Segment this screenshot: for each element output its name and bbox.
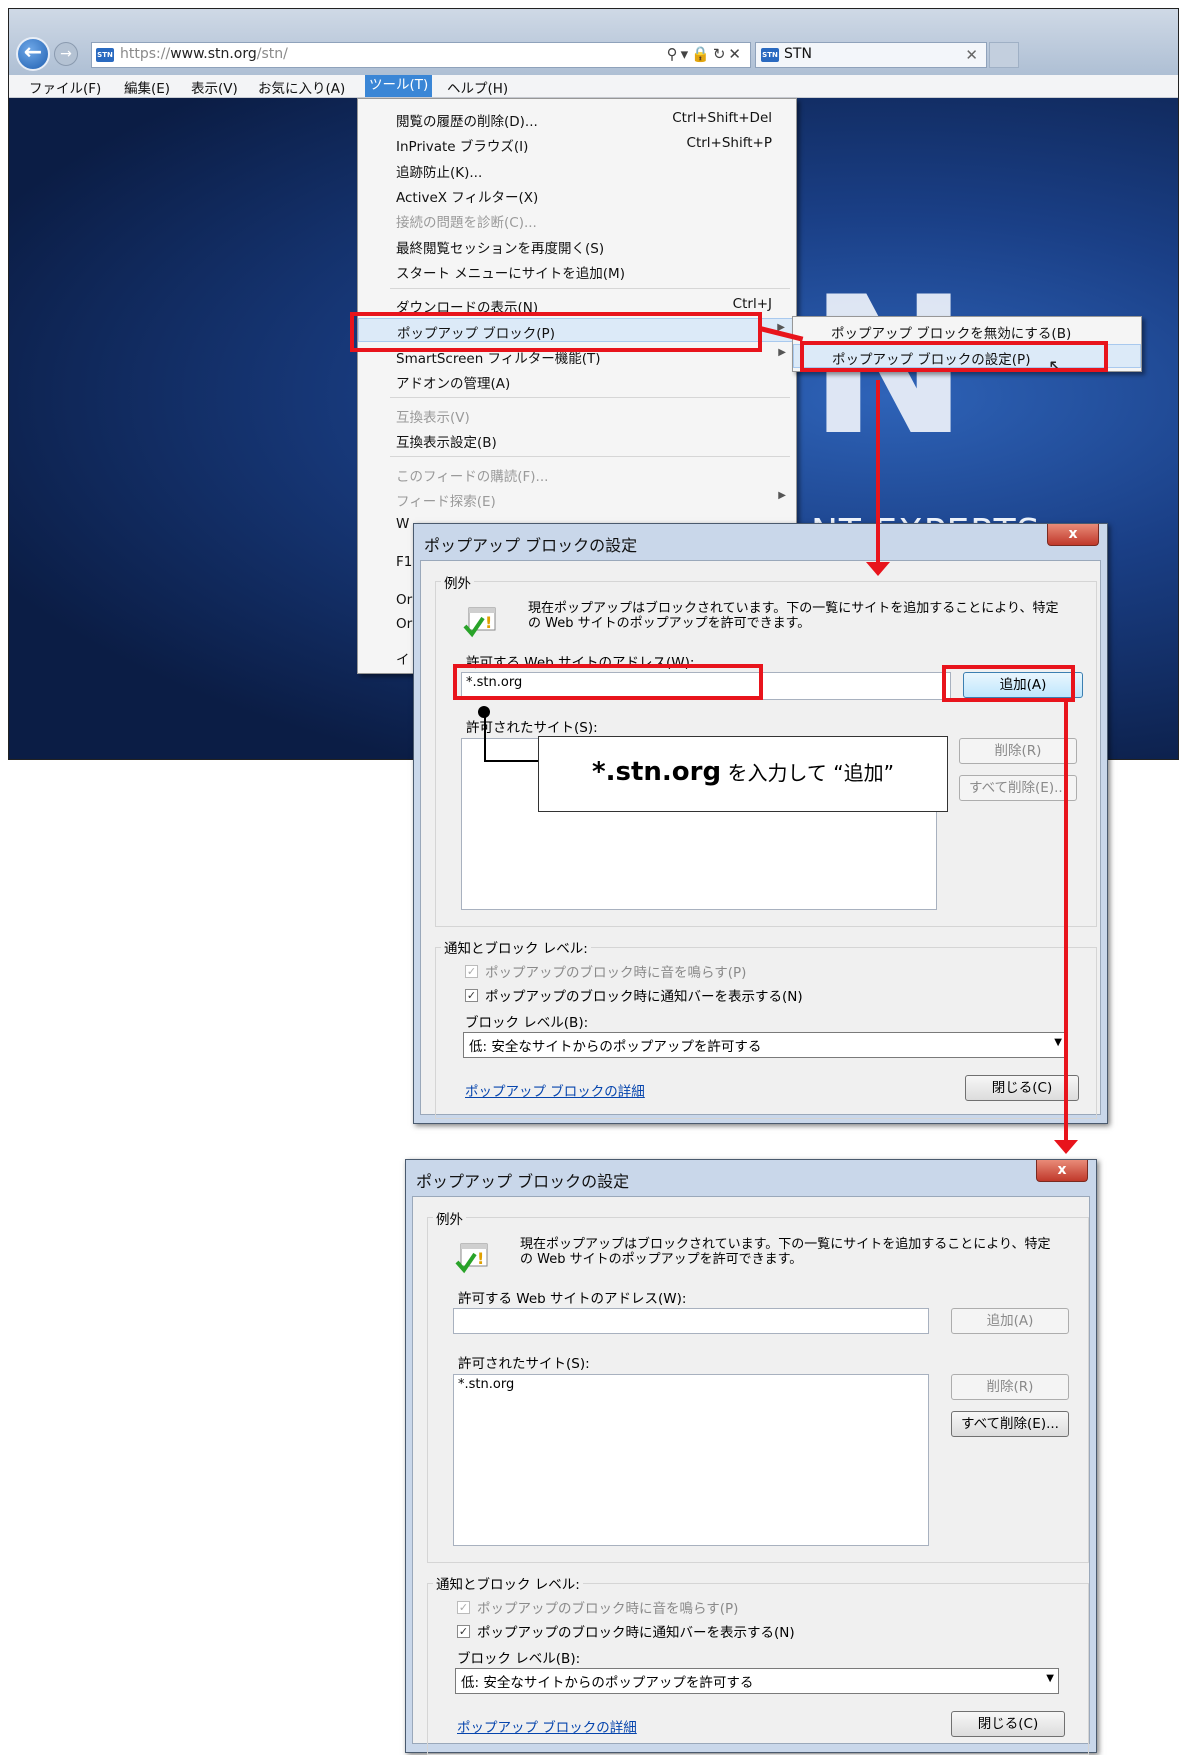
search-icon[interactable]: ⚲ [667,45,681,63]
submenu-item-disable-popup-block[interactable]: ポップアップ ブロックを無効にする(B) [793,319,1141,343]
notify-bar-checkbox[interactable]: ✓ [465,989,478,1002]
forward-arrow-icon[interactable]: → [54,42,78,66]
tools-menu-item: このフィードの購読(F)... [396,469,549,485]
menu-separator [390,288,790,289]
title-bar: ← → STN https://www.stn.org/stn/ ⚲▾🔒↻✕ S… [9,9,1178,75]
address-label: 許可する Web サイトのアドレス(W): [458,1291,687,1307]
dialog-body: 例外 ! 現在ポップアップはブロックされています。下の一覧にサイトを追加すること… [420,560,1101,1119]
lock-icon[interactable]: 🔒 [691,45,713,63]
tools-menu-item[interactable]: 閲覧の履歴の削除(D)... Ctrl+Shift+Del [358,107,796,131]
menu-separator [390,456,790,457]
dialog-title: ポップアップ ブロックの設定 [424,536,638,555]
exceptions-label: 例外 [433,1208,466,1228]
annotation-arrow [876,380,880,570]
tab-title: STN [784,46,812,62]
notify-bar-checkbox-label: ポップアップのブロック時に通知バーを表示する(N) [477,1625,795,1641]
notification-label: 通知とブロック レベル: [441,937,591,957]
sound-checkbox[interactable]: ✓ [457,1601,470,1614]
chevron-down-icon: ▼ [1054,1037,1062,1048]
menu-edit[interactable]: 編集(E) [124,77,170,97]
menu-help[interactable]: ヘルプ(H) [447,77,508,97]
block-level-label: ブロック レベル(B): [457,1651,581,1667]
notify-bar-checkbox[interactable]: ✓ [457,1625,470,1638]
annotation-box-popup-block [350,312,762,352]
back-arrow-icon[interactable]: ← [16,37,50,71]
tools-menu-item[interactable]: InPrivate ブラウズ(I) Ctrl+Shift+P [358,132,796,156]
tools-menu-item[interactable]: アドオンの管理(A) [358,369,796,393]
popup-blocker-settings-dialog-result: ポップアップ ブロックの設定 x 例外 ! 現在ポップアップはブロックされていま… [405,1159,1097,1755]
menu-view[interactable]: 表示(V) [191,77,238,97]
allowed-sites-list[interactable]: *.stn.org [453,1374,929,1546]
allowed-sites-label: 許可されたサイト(S): [458,1356,590,1372]
dropdown-icon[interactable]: ▾ [681,45,692,63]
stn-favicon-icon: STN [96,48,114,62]
svg-text:!: ! [485,613,492,632]
menu-favorites[interactable]: お気に入り(A) [258,77,345,97]
callout-leader-line [484,760,540,762]
tools-menu-item[interactable]: 追跡防止(K)... [358,158,796,182]
notification-label: 通知とブロック レベル: [433,1573,583,1593]
tools-menu-item[interactable]: 最終閲覧セッションを再度開く(S) [358,234,796,258]
block-level-label: ブロック レベル(B): [465,1015,589,1031]
annotation-box-popup-settings [800,341,1108,372]
arrow-head-icon [1054,1140,1078,1154]
annotation-arrow [1064,702,1068,1148]
submenu-arrow-icon: ▶ [778,490,786,501]
dialog-title: ポップアップ ブロックの設定 [416,1172,630,1191]
stop-icon[interactable]: ✕ [728,45,744,63]
dialog-description: 現在ポップアップはブロックされています。下の一覧にサイトを追加することにより、特… [528,601,1059,631]
address-bar[interactable]: STN https://www.stn.org/stn/ ⚲▾🔒↻✕ [91,42,751,68]
block-level-select[interactable]: 低: 安全なサイトからのポップアップを許可する ▼ [455,1668,1059,1694]
menu-bar: ファイル(F) 編集(E) 表示(V) お気に入り(A) ツール(T) ヘルプ(… [9,75,1178,98]
refresh-icon[interactable]: ↻ [713,45,729,63]
close-button[interactable]: 閉じる(C) [965,1075,1079,1101]
sound-checkbox-label: ポップアップのブロック時に音を鳴らす(P) [477,1601,739,1617]
popup-details-link[interactable]: ポップアップ ブロックの詳細 [457,1716,637,1736]
notify-bar-checkbox-label: ポップアップのブロック時に通知バーを表示する(N) [485,989,803,1005]
svg-text:!: ! [477,1249,484,1268]
sound-checkbox-label: ポップアップのブロック時に音を鳴らす(P) [485,965,747,981]
chevron-down-icon: ▼ [1046,1673,1054,1684]
remove-button[interactable]: 削除(R) [951,1374,1069,1400]
arrow-head-icon [866,562,890,576]
remove-all-button[interactable]: すべて削除(E)... [951,1411,1069,1437]
close-icon[interactable]: x [1047,524,1099,546]
remove-all-button[interactable]: すべて削除(E)... [959,775,1077,801]
menu-file[interactable]: ファイル(F) [29,77,101,97]
address-url[interactable]: https://www.stn.org/stn/ [120,46,288,62]
close-button[interactable]: 閉じる(C) [951,1711,1065,1737]
tools-menu-item[interactable]: 互換表示設定(B) [358,428,796,452]
tools-menu-item: 互換表示(V) [396,410,470,426]
block-level-select[interactable]: 低: 安全なサイトからのポップアップを許可する ▼ [463,1032,1067,1058]
popup-blocker-settings-dialog: ポップアップ ブロックの設定 x 例外 ! 現在ポップアップはブロックされていま… [413,523,1108,1124]
popup-shield-icon: ! [455,1243,488,1274]
sound-checkbox[interactable]: ✓ [465,965,478,978]
close-tab-icon[interactable]: ✕ [965,46,978,64]
callout-leader-line [484,714,486,760]
tools-menu-item[interactable]: ActiveX フィルター(X) [358,183,796,207]
submenu-arrow-icon: ▶ [778,347,786,358]
menu-tools[interactable]: ツール(T) [365,75,433,97]
popup-details-link[interactable]: ポップアップ ブロックの詳細 [465,1080,645,1100]
popup-shield-icon: ! [463,607,496,638]
annotation-box-address [453,664,763,700]
menu-separator [390,397,790,398]
website-address-input[interactable] [453,1308,929,1334]
annotation-box-add-button [942,665,1075,702]
address-bar-icons[interactable]: ⚲▾🔒↻✕ [667,45,744,63]
dialog-body: 例外 ! 現在ポップアップはブロックされています。下の一覧にサイトを追加すること… [412,1196,1090,1755]
instruction-callout: *.stn.org を入力して “追加” [538,736,948,812]
exceptions-label: 例外 [441,572,474,592]
close-icon[interactable]: x [1036,1160,1088,1182]
dialog-description: 現在ポップアップはブロックされています。下の一覧にサイトを追加することにより、特… [520,1237,1051,1267]
remove-button[interactable]: 削除(R) [959,738,1077,764]
tools-menu-item[interactable]: スタート メニューにサイトを追加(M) [358,259,796,283]
browser-tab[interactable]: STN STN ✕ [755,42,987,68]
tools-menu-item: 接続の問題を診断(C)... [396,215,537,231]
stn-favicon-icon: STN [761,48,779,62]
new-tab-button[interactable] [989,42,1019,68]
tools-menu-item: フィード探索(E) ▶ [396,490,786,510]
list-item[interactable]: *.stn.org [458,1377,924,1392]
add-button[interactable]: 追加(A) [951,1308,1069,1334]
